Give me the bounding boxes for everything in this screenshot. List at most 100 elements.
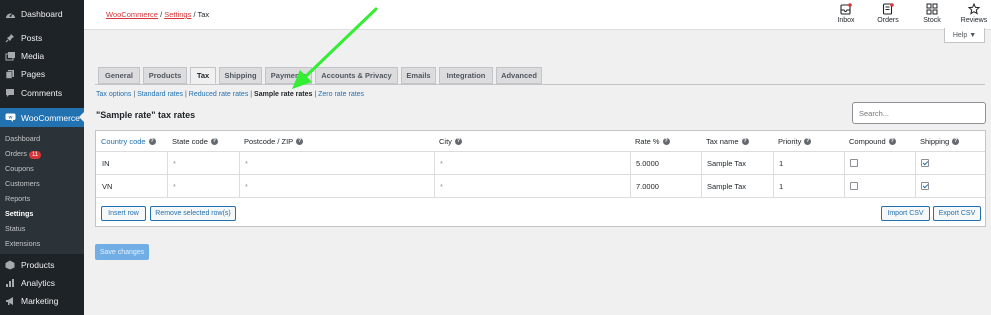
cell-country[interactable]: VN <box>96 175 167 197</box>
search-input[interactable] <box>852 102 986 124</box>
compound-checkbox[interactable] <box>850 182 858 190</box>
export-csv-button[interactable]: Export CSV <box>933 206 981 221</box>
tab-products[interactable]: Products <box>143 67 187 84</box>
cell-state[interactable]: * <box>167 175 239 197</box>
submenu-dashboard[interactable]: Dashboard <box>5 134 40 143</box>
menu-pages[interactable]: Pages <box>0 65 84 83</box>
help-icon[interactable]: ? <box>662 137 670 145</box>
link-tax-options[interactable]: Tax options <box>96 91 131 98</box>
submenu-orders[interactable]: Orders 11 <box>5 149 42 159</box>
marketing-icon <box>4 295 16 307</box>
help-tab-button[interactable]: Help ▼ <box>944 28 985 43</box>
submenu-settings[interactable]: Settings <box>5 209 33 218</box>
tab-integration[interactable]: Integration <box>439 67 493 84</box>
breadcrumb-current: Tax <box>197 10 210 19</box>
compound-checkbox[interactable] <box>850 159 858 167</box>
submenu-extensions[interactable]: Extensions <box>5 239 40 248</box>
cell-rate[interactable]: 5.0000 <box>630 152 701 174</box>
tax-class-links: Tax options | Standard rates | Reduced r… <box>96 91 364 98</box>
breadcrumb-separator: / <box>160 10 163 19</box>
help-icon[interactable]: ? <box>888 137 896 145</box>
orders-icon <box>881 2 895 15</box>
breadcrumb-woocommerce-link[interactable]: WooCommerce <box>106 10 158 19</box>
menu-comments[interactable]: Comments <box>0 84 84 102</box>
inbox-label: Inbox <box>837 17 855 24</box>
cell-tax-name[interactable]: Sample Tax <box>701 175 773 197</box>
svg-text:W: W <box>8 115 12 120</box>
help-icon[interactable]: ? <box>804 137 812 145</box>
col-rate: Rate %? <box>630 131 701 151</box>
col-tax-name-label: Tax name <box>706 136 739 146</box>
stock-icon <box>925 2 939 15</box>
cell-city[interactable]: * <box>434 152 630 174</box>
help-icon[interactable]: ? <box>210 137 218 145</box>
help-icon[interactable]: ? <box>148 137 156 145</box>
help-icon[interactable]: ? <box>952 137 960 145</box>
tab-accounts-privacy[interactable]: Accounts & Privacy <box>315 67 398 84</box>
tab-general[interactable]: General <box>98 67 140 84</box>
orders-count-badge: 11 <box>28 151 42 159</box>
submenu-status[interactable]: Status <box>5 224 25 233</box>
cell-state[interactable]: * <box>167 152 239 174</box>
breadcrumb-separator: / <box>193 10 196 19</box>
col-state-code-label: State code <box>172 136 208 146</box>
help-icon[interactable]: ? <box>741 137 749 145</box>
save-changes-button[interactable]: Save changes <box>95 244 149 260</box>
col-city-label: City <box>439 136 452 146</box>
import-csv-button[interactable]: Import CSV <box>881 206 930 221</box>
cell-country[interactable]: IN <box>96 152 167 174</box>
menu-analytics-label: Analytics <box>21 278 56 288</box>
menu-analytics[interactable]: Analytics <box>0 274 84 292</box>
menu-marketing[interactable]: Marketing <box>0 292 84 310</box>
link-standard-rates[interactable]: Standard rates <box>137 91 183 98</box>
menu-posts-label: Posts <box>21 33 43 43</box>
help-icon[interactable]: ? <box>454 137 462 145</box>
col-country-code-label: Country code <box>101 136 146 146</box>
menu-posts[interactable]: Posts <box>0 29 84 47</box>
menu-media[interactable]: Media <box>0 47 84 65</box>
submenu-reports[interactable]: Reports <box>5 194 30 203</box>
link-sample-rate-rates[interactable]: Sample rate rates <box>254 91 312 98</box>
tab-payments[interactable]: Payments <box>265 67 312 84</box>
submenu-coupons[interactable]: Coupons <box>5 164 34 173</box>
cell-priority[interactable]: 1 <box>773 152 844 174</box>
tab-divider <box>95 84 985 85</box>
submenu-customers[interactable]: Customers <box>5 179 40 188</box>
col-country-code[interactable]: Country code? <box>96 131 167 151</box>
cell-priority[interactable]: 1 <box>773 175 844 197</box>
menu-dashboard[interactable]: Dashboard <box>0 5 84 23</box>
reviews-button[interactable]: Reviews <box>956 2 991 28</box>
cell-tax-name[interactable]: Sample Tax <box>701 152 773 174</box>
tab-emails[interactable]: Emails <box>401 67 436 84</box>
shipping-checkbox[interactable] <box>921 159 929 167</box>
cell-postcode[interactable]: * <box>239 175 434 197</box>
cell-city[interactable]: * <box>434 175 630 197</box>
stock-label: Stock <box>923 17 941 24</box>
cell-rate[interactable]: 7.0000 <box>630 175 701 197</box>
tab-tax[interactable]: Tax <box>190 67 216 84</box>
stock-button[interactable]: Stock <box>914 2 950 28</box>
breadcrumb: WooCommerce / Settings / Tax <box>106 10 209 19</box>
section-title: "Sample rate" tax rates <box>96 110 196 120</box>
col-compound-label: Compound <box>849 136 886 146</box>
remove-rows-button[interactable]: Remove selected row(s) <box>150 206 236 221</box>
shipping-checkbox[interactable] <box>921 182 929 190</box>
admin-sidebar: Dashboard Posts Media Pages Comments W W… <box>0 0 84 315</box>
comment-icon <box>4 87 16 99</box>
cell-postcode[interactable]: * <box>239 152 434 174</box>
orders-button[interactable]: Orders <box>870 2 906 28</box>
tab-shipping[interactable]: Shipping <box>219 67 262 84</box>
tax-rates-table: Country code? State code? Postcode / ZIP… <box>95 130 986 227</box>
menu-products[interactable]: Products <box>0 256 84 274</box>
breadcrumb-settings-link[interactable]: Settings <box>164 10 191 19</box>
tab-advanced[interactable]: Advanced <box>496 67 542 84</box>
insert-row-button[interactable]: Insert row <box>101 206 146 221</box>
products-icon <box>4 259 16 271</box>
help-icon[interactable]: ? <box>296 137 304 145</box>
inbox-button[interactable]: Inbox <box>828 2 864 28</box>
link-zero-rate-rates[interactable]: Zero rate rates <box>318 91 364 98</box>
link-reduced-rate-rates[interactable]: Reduced rate rates <box>189 91 249 98</box>
col-state-code: State code? <box>167 131 239 151</box>
menu-woocommerce[interactable]: W WooCommerce <box>0 108 84 127</box>
col-shipping: Shipping? <box>915 131 985 151</box>
